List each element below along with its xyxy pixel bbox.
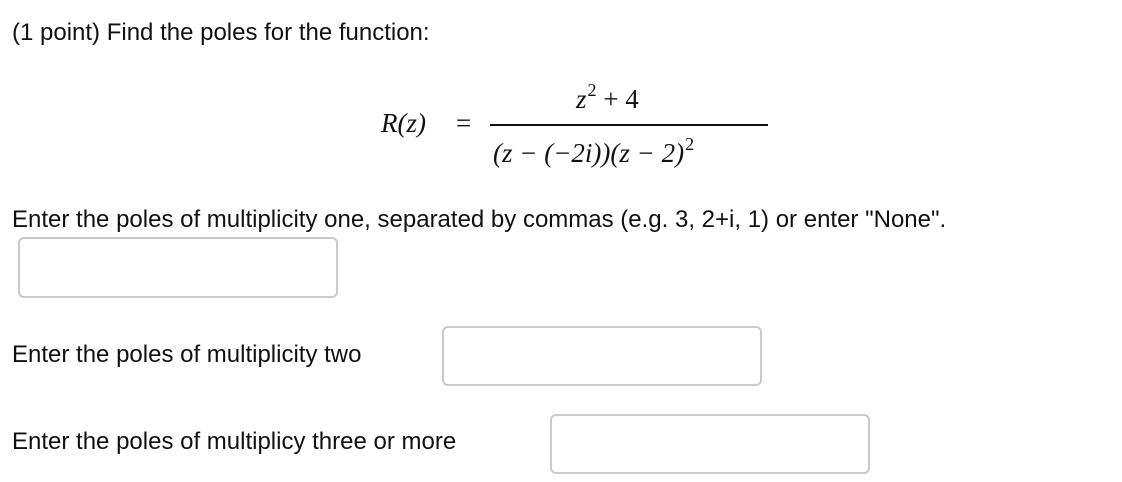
instruction-multiplicity-one: Enter the poles of multiplicity one, sep…: [12, 206, 947, 233]
denominator-exponent: 2: [685, 134, 695, 154]
formula-lhs: R(z): [381, 108, 426, 138]
formula-denominator: (z − (−2i))(z − 2)2: [493, 134, 694, 169]
denominator-main: (z − (−2i))(z − 2): [493, 138, 685, 168]
formula-equals: =: [456, 108, 472, 138]
numerator-exponent: 2: [587, 80, 597, 100]
numerator-base: z: [576, 84, 587, 114]
poles-multiplicity-two-input[interactable]: [442, 326, 762, 386]
problem-header: (1 point) Find the poles for the functio…: [12, 19, 430, 46]
formula-numerator: z2 + 4: [576, 80, 639, 115]
numerator-rest: + 4: [603, 84, 639, 114]
poles-multiplicity-three-input[interactable]: [550, 414, 870, 474]
poles-multiplicity-one-input[interactable]: [18, 237, 338, 298]
label-multiplicity-three: Enter the poles of multiplicy three or m…: [12, 428, 457, 455]
fraction-bar: [490, 124, 768, 126]
label-multiplicity-two: Enter the poles of multiplicity two: [12, 341, 362, 368]
